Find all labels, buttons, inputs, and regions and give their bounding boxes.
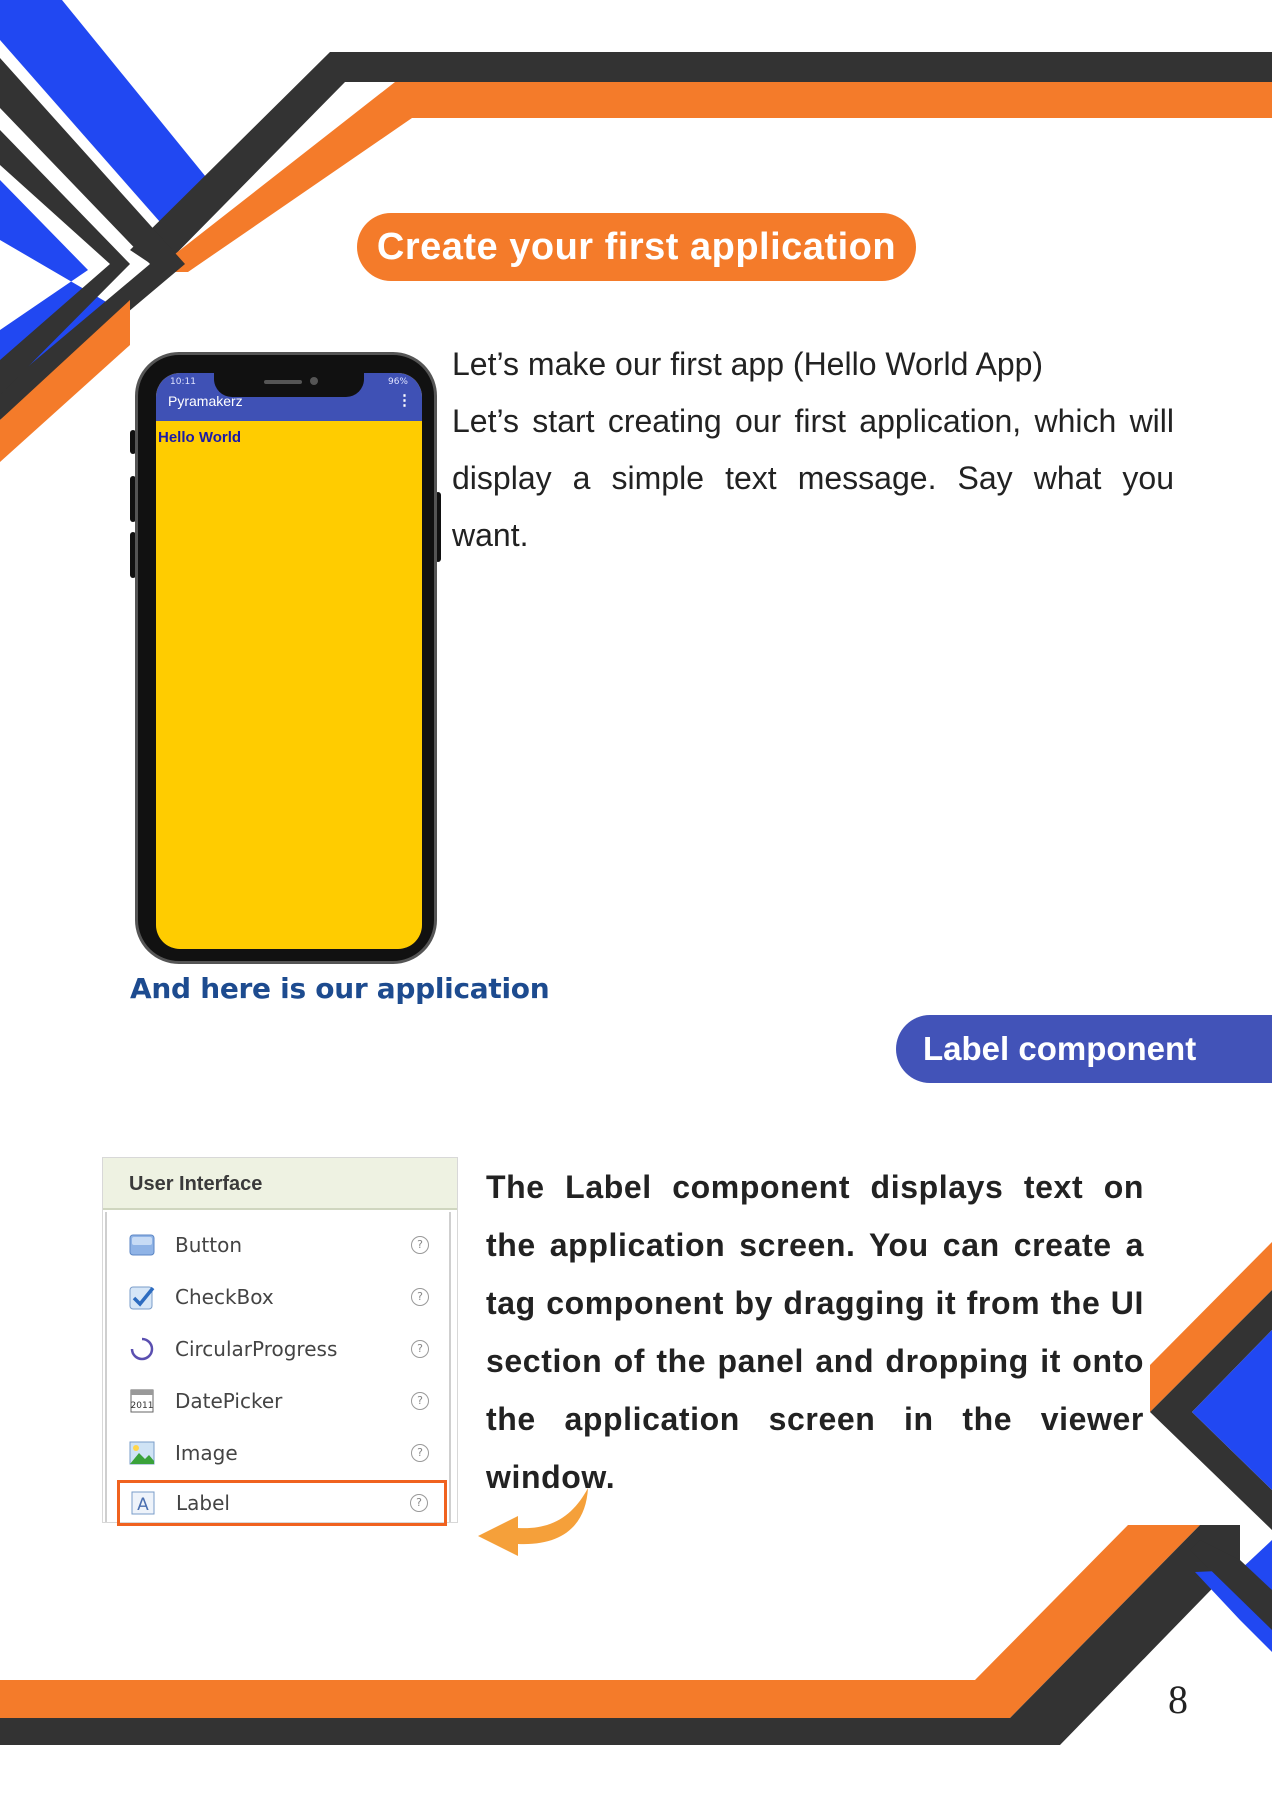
datepicker-icon: 2011 bbox=[129, 1388, 155, 1414]
checkbox-icon bbox=[129, 1284, 155, 1310]
help-icon[interactable]: ? bbox=[411, 1392, 429, 1410]
help-icon[interactable]: ? bbox=[411, 1340, 429, 1358]
speaker-icon bbox=[264, 380, 302, 384]
button-icon bbox=[129, 1232, 155, 1258]
help-icon[interactable]: ? bbox=[411, 1444, 429, 1462]
phone-caption: And here is our application bbox=[130, 972, 550, 1005]
phone-mockup: 10:11 96% Pyramakerz ⋮ Hello World bbox=[130, 352, 441, 964]
palette-item-label: CircularProgress bbox=[175, 1337, 338, 1361]
palette-item-datepicker[interactable]: 2011 DatePicker ? bbox=[107, 1378, 449, 1424]
palette-header: User Interface bbox=[103, 1158, 457, 1210]
user-interface-palette: User Interface Button ? CheckBox ? Circu… bbox=[102, 1157, 458, 1526]
palette-item-label: Label bbox=[176, 1491, 230, 1515]
page-number: 8 bbox=[1168, 1677, 1188, 1722]
palette-item-label: Image bbox=[175, 1441, 238, 1465]
section-title: Create your first application bbox=[357, 213, 916, 281]
palette-item-checkbox[interactable]: CheckBox ? bbox=[107, 1274, 449, 1320]
phone-frame: 10:11 96% Pyramakerz ⋮ Hello World bbox=[135, 352, 437, 964]
help-icon[interactable]: ? bbox=[411, 1236, 429, 1254]
image-icon bbox=[129, 1440, 155, 1466]
status-time: 10:11 bbox=[170, 377, 196, 387]
palette-item-label: Button bbox=[175, 1233, 242, 1257]
hello-world-label: Hello World bbox=[158, 429, 242, 446]
palette-item-image[interactable]: Image ? bbox=[107, 1430, 449, 1476]
label-section-title: Label component bbox=[896, 1015, 1272, 1083]
palette-item-button[interactable]: Button ? bbox=[107, 1222, 449, 1268]
phone-screen: 10:11 96% Pyramakerz ⋮ Hello World bbox=[156, 373, 422, 949]
intro-text: Let’s make our first app (Hello World Ap… bbox=[452, 336, 1174, 564]
intro-line-1: Let’s make our first app (Hello World Ap… bbox=[452, 346, 1044, 382]
palette-item-label: DatePicker bbox=[175, 1389, 283, 1413]
palette-item-label: CheckBox bbox=[175, 1285, 274, 1309]
palette-list: Button ? CheckBox ? CircularProgress ? 2… bbox=[105, 1212, 451, 1526]
intro-line-2: Let’s start creating our first applicati… bbox=[452, 403, 1174, 553]
help-icon[interactable]: ? bbox=[410, 1494, 428, 1512]
label-icon: A bbox=[130, 1490, 156, 1516]
label-description: The Label component displays text on the… bbox=[486, 1169, 1144, 1495]
svg-text:2011: 2011 bbox=[131, 1401, 154, 1411]
svg-text:A: A bbox=[137, 1495, 149, 1515]
status-battery: 96% bbox=[387, 377, 408, 387]
help-icon[interactable]: ? bbox=[411, 1288, 429, 1306]
camera-icon bbox=[310, 377, 318, 385]
circular-progress-icon bbox=[129, 1336, 155, 1362]
palette-item-circularprogress[interactable]: CircularProgress ? bbox=[107, 1326, 449, 1372]
overflow-menu-icon[interactable]: ⋮ bbox=[397, 391, 412, 409]
phone-notch bbox=[214, 365, 364, 397]
palette-item-label-highlighted[interactable]: A Label ? bbox=[117, 1480, 447, 1526]
